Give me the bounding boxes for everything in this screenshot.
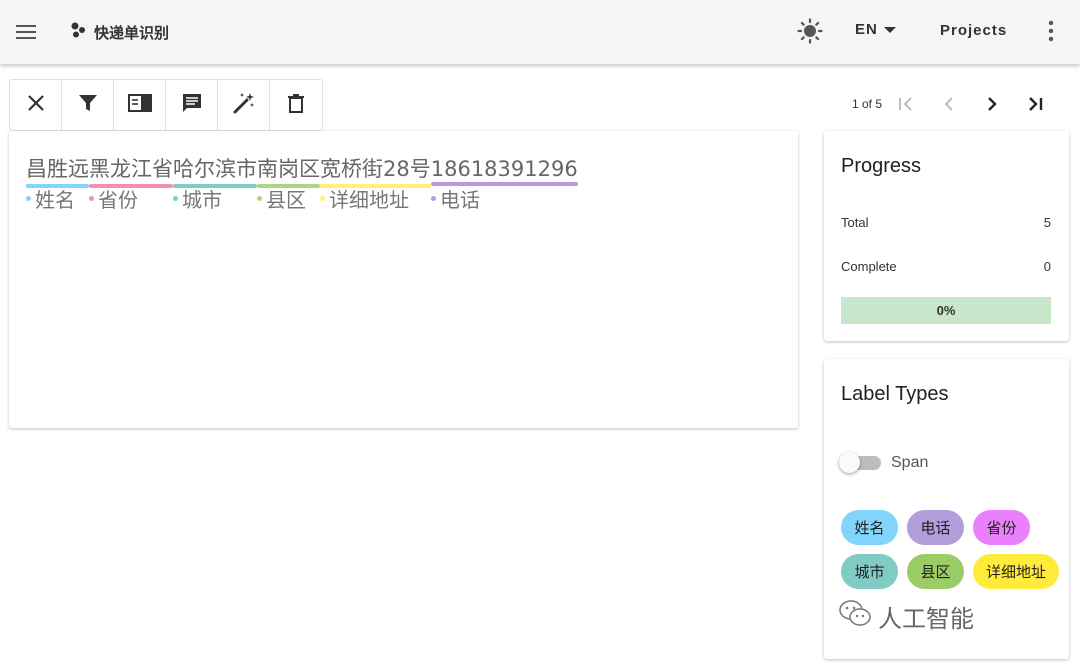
app-logo[interactable]: 快递单识别 xyxy=(70,21,169,44)
entity-span[interactable]: 南岗区 xyxy=(257,153,320,188)
progress-title: Progress xyxy=(841,155,922,177)
app-bar: 快递单识别 EN Projects xyxy=(0,0,1080,64)
wechat-icon xyxy=(838,598,872,634)
entity-label-text: 姓名 xyxy=(35,188,75,212)
projects-button[interactable]: Projects xyxy=(940,22,1007,39)
total-row: Total 5 xyxy=(841,215,1051,230)
prev-page-icon[interactable] xyxy=(937,92,961,116)
progress-bar: 0% xyxy=(841,297,1051,324)
entity-text: 南岗区 xyxy=(257,157,320,181)
entity-span[interactable]: 宽桥街28号 xyxy=(320,153,431,188)
entity-label-text: 电话 xyxy=(440,188,480,212)
label-chip[interactable]: 详细地址 xyxy=(973,554,1059,589)
entity-dot xyxy=(431,196,436,201)
complete-label: Complete xyxy=(841,259,897,274)
app-title: 快递单识别 xyxy=(94,24,170,42)
entity-label-text: 省份 xyxy=(98,188,138,212)
next-page-icon[interactable] xyxy=(980,92,1004,116)
entity-text: 黑龙江省 xyxy=(89,157,173,181)
entity-label[interactable]: 城市 xyxy=(173,184,222,213)
annotation-toolbar xyxy=(9,79,323,131)
watermark-text: 人工智能 xyxy=(878,604,974,633)
auto-label-button[interactable] xyxy=(218,80,270,130)
menu-icon[interactable] xyxy=(14,20,38,44)
entity-label[interactable]: 电话 xyxy=(431,184,480,213)
filter-icon xyxy=(78,93,98,118)
entity-span[interactable]: 黑龙江省 xyxy=(89,153,173,188)
toggle-thumb xyxy=(839,452,860,473)
entity-label-text: 详细地址 xyxy=(329,188,409,212)
more-vertical-icon[interactable] xyxy=(1041,18,1061,44)
entity-dot xyxy=(173,196,178,201)
split-view-icon xyxy=(127,93,152,118)
total-label: Total xyxy=(841,215,869,230)
last-page-icon[interactable] xyxy=(1023,92,1047,116)
entity-text: 18618391296 xyxy=(430,157,578,181)
label-chip-text: 省份 xyxy=(986,519,1017,537)
entity-dot xyxy=(26,196,31,201)
entity-dot xyxy=(320,196,325,201)
entity-span[interactable]: 哈尔滨市 xyxy=(173,153,257,188)
label-chip[interactable]: 姓名 xyxy=(841,510,898,545)
label-chip-text: 详细地址 xyxy=(985,563,1046,581)
split-view-button[interactable] xyxy=(114,80,166,130)
label-chip-text: 电话 xyxy=(920,519,951,537)
entity-text: 昌胜远 xyxy=(26,157,89,181)
progress-percent: 0% xyxy=(936,303,956,318)
entity-label-text: 县区 xyxy=(266,188,306,212)
close-button[interactable] xyxy=(10,80,62,130)
label-chip-text: 姓名 xyxy=(854,519,885,537)
progress-card: Progress Total 5 Complete 0 0% xyxy=(824,131,1069,341)
entity-label[interactable]: 详细地址 xyxy=(320,184,409,213)
span-toggle[interactable]: Span xyxy=(839,452,929,473)
language-selector[interactable]: EN xyxy=(855,21,896,38)
trash-icon xyxy=(287,93,305,118)
toggle-track xyxy=(839,452,881,473)
entity-span[interactable]: 18618391296 xyxy=(430,157,578,186)
caret-down-icon xyxy=(883,21,896,38)
comment-icon xyxy=(181,92,203,119)
label-chip-text: 城市 xyxy=(854,563,885,581)
document-text[interactable]: 昌胜远 黑龙江省 哈尔滨市 南岗区 宽桥街28号 18618391296 xyxy=(26,153,578,188)
magic-wand-icon xyxy=(232,91,256,120)
label-chip[interactable]: 城市 xyxy=(841,554,898,589)
entity-text: 哈尔滨市 xyxy=(173,157,257,181)
sun-icon[interactable] xyxy=(797,18,823,44)
label-chip[interactable]: 省份 xyxy=(973,510,1030,545)
label-chip[interactable]: 县区 xyxy=(907,554,964,589)
complete-value: 0 xyxy=(1043,259,1051,274)
watermark: 人工智能 xyxy=(838,598,974,634)
entity-label[interactable]: 姓名 xyxy=(26,184,75,213)
entity-label[interactable]: 县区 xyxy=(257,184,306,213)
comment-button[interactable] xyxy=(166,80,218,130)
first-page-icon[interactable] xyxy=(894,92,918,116)
label-chip-text: 县区 xyxy=(920,563,951,581)
page-count: 1 of 5 xyxy=(852,97,883,111)
entity-label-text: 城市 xyxy=(182,188,222,212)
document-card: 昌胜远 黑龙江省 哈尔滨市 南岗区 宽桥街28号 18618391296 姓名 省份 城市 县区… xyxy=(9,131,798,428)
language-label: EN xyxy=(855,21,878,38)
entity-dot xyxy=(257,196,262,201)
entity-label[interactable]: 省份 xyxy=(89,184,138,213)
bubbles-icon xyxy=(70,21,88,44)
entity-dot xyxy=(89,196,94,201)
close-icon xyxy=(26,93,46,118)
label-chip[interactable]: 电话 xyxy=(907,510,964,545)
total-value: 5 xyxy=(1043,215,1051,230)
entity-text: 宽桥街28号 xyxy=(320,157,431,181)
label-types-title: Label Types xyxy=(841,383,949,405)
filter-button[interactable] xyxy=(62,80,114,130)
delete-button[interactable] xyxy=(270,80,322,130)
toggle-label: Span xyxy=(891,454,929,471)
entity-span[interactable]: 昌胜远 xyxy=(26,153,89,188)
document-pager: 1 of 5 xyxy=(852,92,1066,116)
complete-row: Complete 0 xyxy=(841,259,1051,274)
